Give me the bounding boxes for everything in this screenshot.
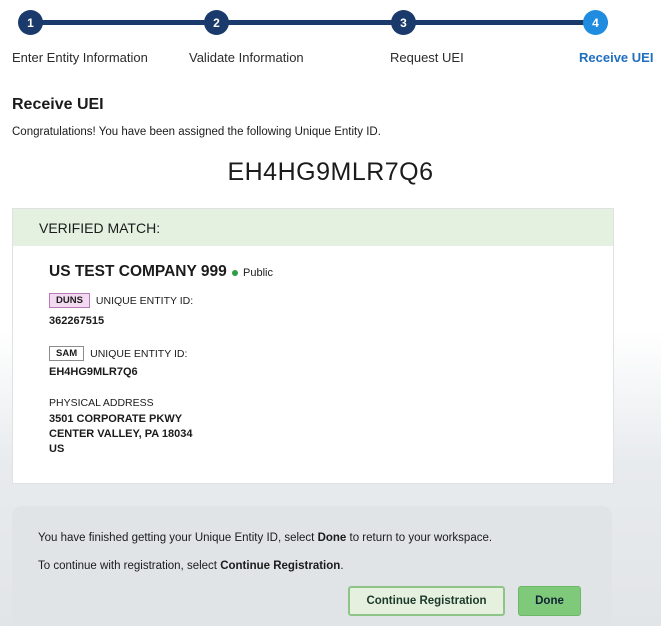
step-2-label: Validate Information bbox=[189, 50, 304, 65]
duns-id-row: DUNS UNIQUE ENTITY ID: bbox=[49, 293, 193, 308]
address-line-1: 3501 CORPORATE PKWY bbox=[49, 413, 183, 425]
done-instruction-prefix: You have finished getting your Unique En… bbox=[38, 532, 318, 544]
address-line-2: CENTER VALLEY, PA 18034 bbox=[49, 428, 193, 440]
duns-tag: DUNS bbox=[49, 293, 90, 308]
step-4-circle: 4 bbox=[583, 10, 608, 35]
done-button[interactable]: Done bbox=[518, 586, 581, 616]
done-instruction-suffix: to return to your workspace. bbox=[346, 532, 493, 544]
progress-stepper: 1 2 3 4 Enter Entity Information Validat… bbox=[0, 0, 661, 70]
continue-instruction: To continue with registration, select Co… bbox=[38, 560, 344, 572]
step-3-circle: 3 bbox=[391, 10, 416, 35]
step-1-circle: 1 bbox=[18, 10, 43, 35]
verified-match-card: VERIFIED MATCH: US TEST COMPANY 999 Publ… bbox=[12, 208, 614, 484]
address-label: PHYSICAL ADDRESS bbox=[49, 397, 154, 409]
continue-instruction-suffix: . bbox=[340, 560, 344, 572]
address-line-3: US bbox=[49, 443, 65, 455]
step-2-circle: 2 bbox=[204, 10, 229, 35]
step-4-label: Receive UEI bbox=[579, 50, 654, 65]
next-steps-panel: You have finished getting your Unique En… bbox=[12, 506, 612, 626]
continue-registration-button[interactable]: Continue Registration bbox=[348, 586, 505, 616]
step-3-label: Request UEI bbox=[390, 50, 464, 65]
sam-id-label: UNIQUE ENTITY ID: bbox=[90, 347, 188, 360]
sam-tag: SAM bbox=[49, 346, 85, 361]
duns-id-label: UNIQUE ENTITY ID: bbox=[95, 294, 194, 307]
visibility-badge: Public bbox=[232, 267, 273, 279]
continue-instruction-prefix: To continue with registration, select bbox=[38, 560, 221, 572]
status-dot-icon bbox=[232, 270, 238, 276]
sam-id-value: EH4HG9MLR7Q6 bbox=[49, 366, 138, 378]
company-name: US TEST COMPANY 999 bbox=[49, 263, 227, 280]
stepper-track bbox=[30, 20, 608, 25]
continue-instruction-keyword: Continue Registration bbox=[220, 560, 341, 572]
congratulations-message: Congratulations! You have been assigned … bbox=[12, 126, 381, 138]
done-instruction-keyword: Done bbox=[317, 532, 347, 544]
duns-id-value: 362267515 bbox=[49, 315, 105, 327]
verified-match-header: VERIFIED MATCH: bbox=[13, 209, 613, 246]
sam-id-row: SAM UNIQUE ENTITY ID: bbox=[49, 346, 187, 361]
page-title: Receive UEI bbox=[12, 96, 104, 113]
visibility-label: Public bbox=[243, 267, 273, 279]
step-1-label: Enter Entity Information bbox=[12, 50, 148, 65]
done-instruction: You have finished getting your Unique En… bbox=[38, 532, 492, 544]
assigned-uei: EH4HG9MLR7Q6 bbox=[227, 158, 434, 186]
